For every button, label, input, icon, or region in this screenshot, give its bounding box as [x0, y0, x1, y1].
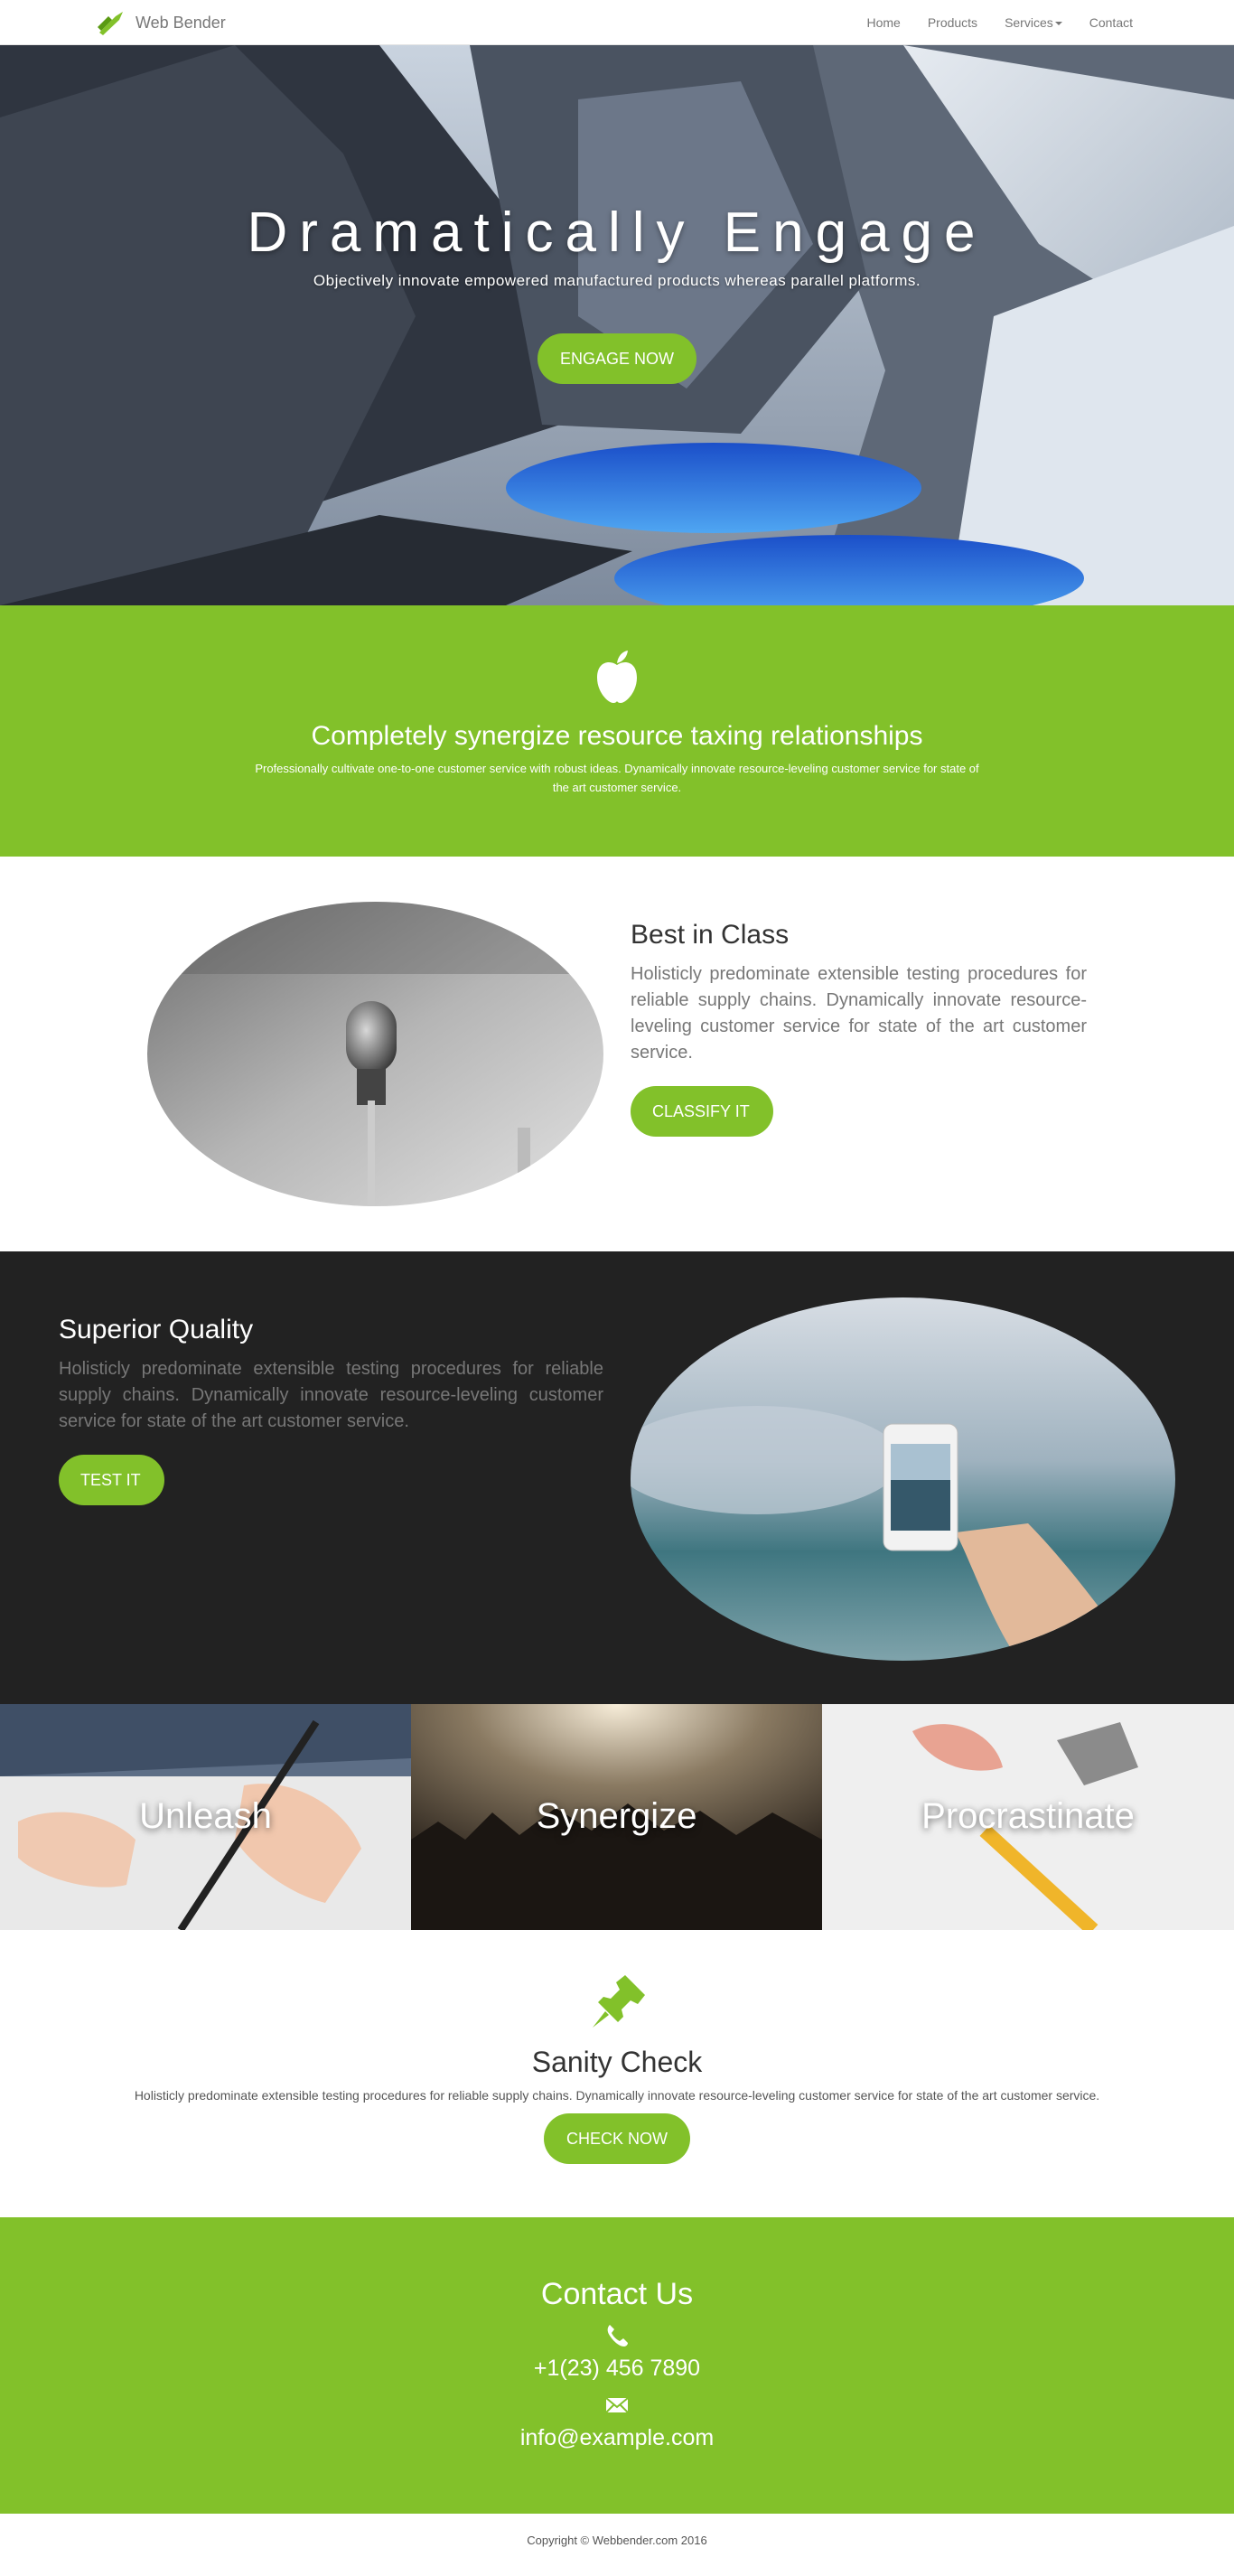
nav-contact[interactable]: Contact [1089, 15, 1133, 30]
nav-services-label: Services [1005, 15, 1053, 30]
sanity-text: Holisticly predominate extensible testin… [134, 2088, 1100, 2103]
feature1-text: Best in Class Holisticly predominate ext… [631, 920, 1087, 1137]
nav-home[interactable]: Home [866, 15, 900, 30]
hero-subtitle: Objectively innovate empowered manufactu… [313, 272, 921, 289]
apple-icon [597, 651, 637, 703]
brand[interactable]: Web Bender [96, 9, 226, 36]
feature-best-in-class: Best in Class Holisticly predominate ext… [0, 857, 1234, 1251]
tiles-row: Unleash Synergize Procrastinate [0, 1704, 1234, 1930]
navbar: Web Bender Home Products Services Contac… [0, 0, 1234, 45]
hero-title: Dramatically Engage [247, 201, 987, 264]
sanity-section: Sanity Check Holisticly predominate exte… [0, 1930, 1234, 2217]
feature1-title: Best in Class [631, 920, 790, 950]
tile-label-unleash: Unleash [139, 1796, 272, 1836]
caret-down-icon [1054, 22, 1062, 26]
contact-section: Contact Us +1(23) 456 7890 info@example.… [0, 2217, 1234, 2514]
feature-superior-quality: Superior Quality Holisticly predominate … [0, 1251, 1234, 1704]
feature2-title: Superior Quality [59, 1315, 254, 1344]
classify-it-button[interactable]: CLASSIFY IT [631, 1086, 773, 1137]
copyright-text: Copyright © Webbender.com 2016 [527, 2534, 707, 2547]
phone-image [631, 1297, 1175, 1661]
test-it-button[interactable]: TEST IT [59, 1455, 164, 1505]
microphone-image [147, 902, 603, 1206]
tile-label-synergize: Synergize [536, 1796, 697, 1836]
intro-band: Completely synergize resource taxing rel… [0, 605, 1234, 857]
footer: Copyright © Webbender.com 2016 [0, 2514, 1234, 2568]
brand-name: Web Bender [136, 13, 226, 32]
tile-synergize[interactable]: Synergize [411, 1704, 822, 1930]
nav-products[interactable]: Products [928, 15, 977, 30]
tile-label-procrastinate: Procrastinate [921, 1796, 1135, 1836]
feature2-body: Holisticly predominate extensible testin… [59, 1359, 603, 1431]
band-title: Completely synergize resource taxing rel… [311, 721, 923, 751]
nav-links: Home Products Services Contact [839, 0, 1133, 45]
feature1-body: Holisticly predominate extensible testin… [631, 964, 1087, 1063]
contact-phone[interactable]: +1(23) 456 7890 [0, 2356, 1234, 2382]
contact-title: Contact Us [540, 2277, 694, 2311]
engage-now-button[interactable]: ENGAGE NOW [538, 333, 696, 384]
hero-content: Dramatically Engage Objectively innovate… [0, 201, 1234, 384]
tile-unleash[interactable]: Unleash [0, 1704, 411, 1930]
sanity-title: Sanity Check [531, 2046, 703, 2078]
feature2-text: Superior Quality Holisticly predominate … [59, 1315, 603, 1505]
phone-icon [607, 2325, 628, 2347]
pin-icon [593, 1975, 645, 2028]
logo-icon [98, 12, 123, 35]
band-text: Professionally cultivate one-to-one cust… [255, 762, 979, 794]
check-now-button[interactable]: CHECK NOW [544, 2113, 690, 2164]
tile-procrastinate[interactable]: Procrastinate [822, 1704, 1234, 1930]
nav-services[interactable]: Services [1005, 15, 1062, 30]
envelope-icon [605, 2397, 629, 2413]
hero: Dramatically Engage Objectively innovate… [0, 45, 1234, 605]
contact-email[interactable]: info@example.com [0, 2425, 1234, 2451]
